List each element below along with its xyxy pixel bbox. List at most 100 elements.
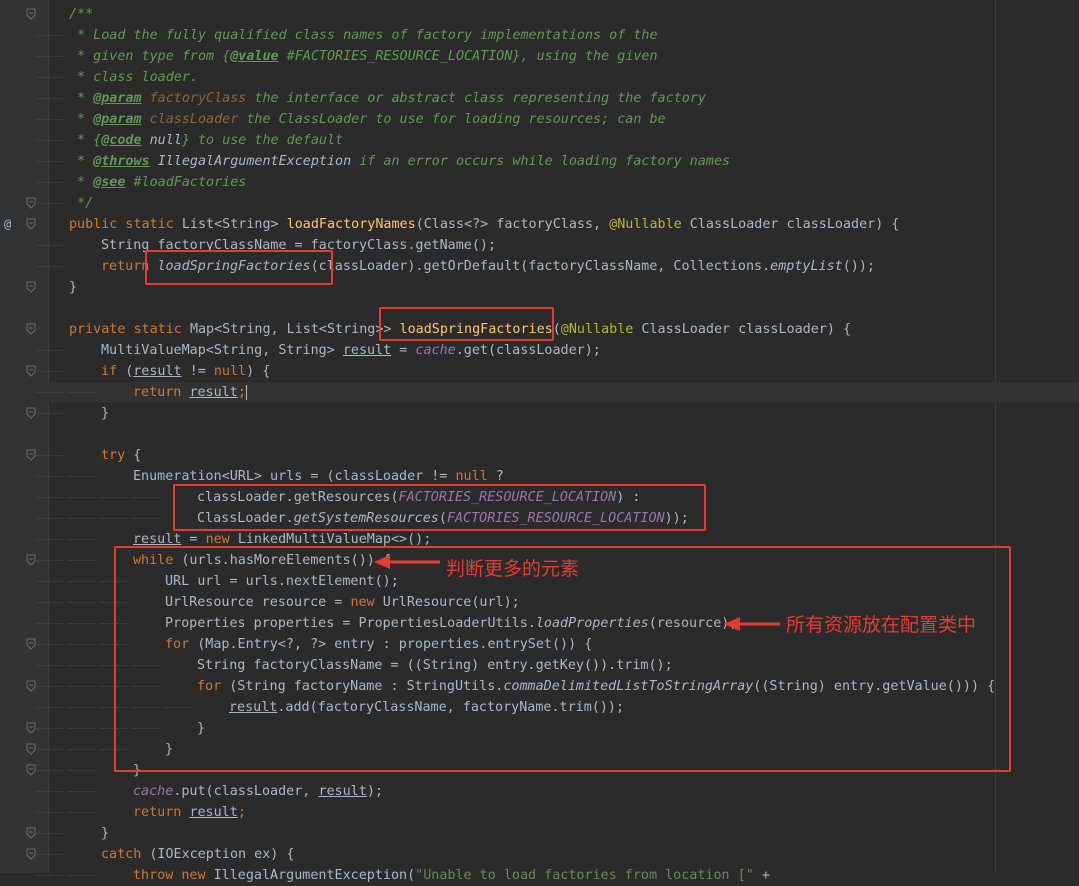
code-token: * class loader. xyxy=(69,70,198,85)
code-text: } xyxy=(101,823,109,844)
indent-guide xyxy=(133,497,159,499)
code-token: @param xyxy=(93,91,142,106)
code-line[interactable]: try { xyxy=(0,445,1079,466)
code-token: result xyxy=(133,364,182,379)
code-token: * given type from { xyxy=(69,49,231,64)
code-token: classLoader xyxy=(149,112,239,127)
code-line[interactable]: catch (IOException ex) { xyxy=(0,844,1079,865)
code-line[interactable]: * @see #loadFactories xyxy=(0,172,1079,193)
code-token: @Nullable xyxy=(560,322,634,337)
code-token: /** xyxy=(69,7,94,22)
code-line[interactable]: * @param factoryClass the interface or a… xyxy=(0,88,1079,109)
fold-arrow-icon[interactable] xyxy=(26,827,36,839)
code-line[interactable]: * given type from {@value #FACTORIES_RES… xyxy=(0,46,1079,67)
code-line[interactable]: * {@code null} to use the default xyxy=(0,130,1079,151)
fold-arrow-icon[interactable] xyxy=(26,638,36,650)
fold-arrow-icon[interactable] xyxy=(26,197,36,209)
indent-guide xyxy=(37,476,63,478)
code-token: } to use the default xyxy=(181,133,344,148)
indent-guide xyxy=(37,728,63,730)
fold-arrow-icon[interactable] xyxy=(26,281,36,293)
code-token: MultiValueMap<String, String> xyxy=(101,343,343,358)
code-line[interactable]: * @param classLoader the ClassLoader to … xyxy=(0,109,1079,130)
code-text: catch (IOException ex) { xyxy=(101,844,295,865)
code-token: @code xyxy=(101,133,142,148)
code-token: .get(classLoader); xyxy=(455,343,601,358)
indent-guide xyxy=(37,56,63,58)
code-token: emptyList xyxy=(770,259,843,274)
code-token: IllegalArgumentException( xyxy=(213,868,416,883)
code-line[interactable]: * @throws IllegalArgumentException if an… xyxy=(0,151,1079,172)
code-text: MultiValueMap<String, String> result = c… xyxy=(101,340,601,361)
code-token: ? xyxy=(487,469,504,484)
indent-guide xyxy=(133,518,159,520)
indent-guide xyxy=(69,518,95,520)
code-token: throw new xyxy=(133,868,214,883)
indent-guide xyxy=(69,875,95,877)
indent-guide xyxy=(69,497,95,499)
indent-guide xyxy=(37,791,63,793)
fold-arrow-icon[interactable] xyxy=(26,323,36,335)
code-line[interactable]: throw new IllegalArgumentException("Unab… xyxy=(0,865,1079,886)
indent-guide xyxy=(37,497,63,499)
indent-guide xyxy=(37,875,63,877)
fold-arrow-icon[interactable] xyxy=(26,680,36,692)
code-line[interactable]: return result; xyxy=(0,802,1079,823)
code-token: = xyxy=(181,532,206,547)
code-text: /** xyxy=(69,4,93,25)
indent-guide xyxy=(69,665,95,667)
indent-guide xyxy=(37,749,63,751)
code-token: (Class<?> factoryClass, xyxy=(415,217,610,232)
indent-guide xyxy=(69,560,95,562)
code-token: return xyxy=(133,385,190,400)
code-line[interactable]: } xyxy=(0,823,1079,844)
code-line[interactable]: /** xyxy=(0,4,1079,25)
code-token: public static xyxy=(69,217,182,232)
indent-guide xyxy=(69,686,95,688)
code-line[interactable]: return result; xyxy=(0,382,1079,403)
fold-arrow-icon[interactable] xyxy=(26,8,36,20)
fold-arrow-icon[interactable] xyxy=(26,764,36,776)
code-line[interactable]: if (result != null) { xyxy=(0,361,1079,382)
indent-guide xyxy=(101,518,127,520)
indent-guide xyxy=(37,161,63,163)
code-line[interactable] xyxy=(0,424,1079,445)
override-marker-icon[interactable]: @ xyxy=(4,214,11,235)
indent-guide xyxy=(37,98,63,100)
fold-arrow-icon[interactable] xyxy=(26,407,36,419)
code-line[interactable]: } xyxy=(0,403,1079,424)
fold-arrow-icon[interactable] xyxy=(26,554,36,566)
fold-arrow-icon[interactable] xyxy=(26,449,36,461)
code-token: result xyxy=(189,805,238,820)
indent-guide xyxy=(69,770,95,772)
indent-guide xyxy=(37,707,63,709)
code-line[interactable]: */ xyxy=(0,193,1079,214)
code-text: cache.put(classLoader, result); xyxy=(133,781,383,802)
highlight-box-method-name xyxy=(379,307,554,341)
fold-arrow-icon[interactable] xyxy=(26,365,36,377)
code-token: != xyxy=(181,364,214,379)
code-line[interactable]: MultiValueMap<String, String> result = c… xyxy=(0,340,1079,361)
fold-arrow-icon[interactable] xyxy=(26,848,36,860)
indent-guide xyxy=(69,581,95,583)
fold-arrow-icon[interactable] xyxy=(26,743,36,755)
code-token: * xyxy=(69,91,94,106)
code-line[interactable]: * class loader. xyxy=(0,67,1079,88)
code-token: catch xyxy=(101,847,150,862)
indent-guide xyxy=(37,35,63,37)
fold-arrow-icon[interactable] xyxy=(26,218,36,230)
code-token: } xyxy=(101,826,110,841)
code-line[interactable]: cache.put(classLoader, result); xyxy=(0,781,1079,802)
indent-guide xyxy=(69,623,95,625)
text-caret xyxy=(245,384,247,400)
fold-arrow-icon[interactable] xyxy=(26,722,36,734)
indent-guide xyxy=(69,749,95,751)
indent-guide xyxy=(37,854,63,856)
indent-guide xyxy=(69,602,95,604)
code-token: return xyxy=(133,805,190,820)
code-line[interactable]: * Load the fully qualified class names o… xyxy=(0,25,1079,46)
code-token: factoryClass xyxy=(149,91,247,106)
indent-guide xyxy=(37,812,63,814)
code-line[interactable]: @ public static List<String> loadFactoryN… xyxy=(0,214,1079,235)
